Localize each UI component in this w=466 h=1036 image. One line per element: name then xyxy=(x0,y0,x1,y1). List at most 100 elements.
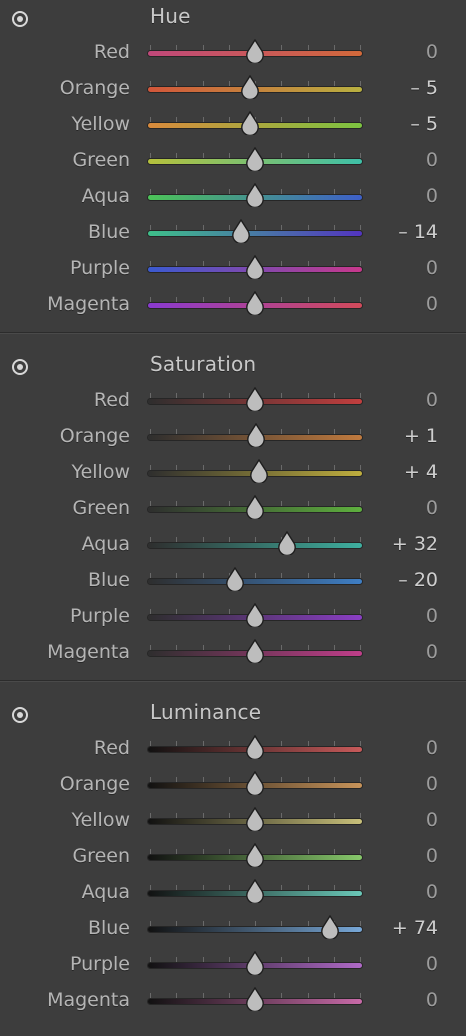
section-luminance: Luminance Red 0 Orange 0 Yellow 0 Green 0 Aqua 0 Bl… xyxy=(0,696,466,1036)
slider-thumb-icon[interactable] xyxy=(245,638,265,665)
slider-tick xyxy=(307,393,309,398)
slider-tick xyxy=(333,465,335,470)
saturation-orange-slider[interactable] xyxy=(146,419,364,455)
slider-value[interactable]: 0 xyxy=(426,497,438,519)
slider-value[interactable]: 0 xyxy=(426,605,438,627)
hue-purple-slider[interactable] xyxy=(146,251,364,287)
saturation-red-slider[interactable] xyxy=(146,383,364,419)
slider-thumb-icon[interactable] xyxy=(249,458,269,485)
slider-thumb-icon[interactable] xyxy=(277,530,297,557)
slider-tick xyxy=(202,117,204,122)
slider-value[interactable]: 0 xyxy=(426,389,438,411)
slider-value[interactable]: + 32 xyxy=(392,533,438,555)
slider-value[interactable]: – 14 xyxy=(398,221,438,243)
target-adjustment-icon[interactable] xyxy=(9,8,31,30)
slider-tick xyxy=(307,885,309,890)
slider-value[interactable]: 0 xyxy=(426,881,438,903)
slider-thumb-icon[interactable] xyxy=(246,422,266,449)
slider-value[interactable]: 0 xyxy=(426,773,438,795)
luminance-aqua-slider[interactable] xyxy=(146,875,364,911)
slider-tick xyxy=(176,741,178,746)
slider-value[interactable]: 0 xyxy=(426,989,438,1011)
luminance-blue-slider[interactable] xyxy=(146,911,364,947)
slider-value[interactable]: + 1 xyxy=(404,425,438,447)
slider-thumb-icon[interactable] xyxy=(320,914,340,941)
luminance-orange-slider[interactable] xyxy=(146,767,364,803)
slider-tick xyxy=(176,573,178,578)
slider-tick xyxy=(333,429,335,434)
luminance-red-slider[interactable] xyxy=(146,731,364,767)
slider-value[interactable]: + 74 xyxy=(392,917,438,939)
slider-row-red: Red 0 xyxy=(0,731,466,767)
slider-tick xyxy=(228,393,230,398)
hue-red-slider[interactable] xyxy=(146,35,364,71)
slider-tick xyxy=(281,885,283,890)
slider-value[interactable]: 0 xyxy=(426,185,438,207)
saturation-blue-slider[interactable] xyxy=(146,563,364,599)
slider-thumb-icon[interactable] xyxy=(245,146,265,173)
slider-thumb-icon[interactable] xyxy=(245,494,265,521)
slider-value[interactable]: – 5 xyxy=(410,113,438,135)
hue-orange-slider[interactable] xyxy=(146,71,364,107)
slider-tick xyxy=(333,777,335,782)
slider-value[interactable]: 0 xyxy=(426,809,438,831)
hue-blue-slider[interactable] xyxy=(146,215,364,251)
slider-tick xyxy=(360,777,361,782)
slider-value[interactable]: + 4 xyxy=(404,461,438,483)
slider-tick xyxy=(333,393,335,398)
slider-value[interactable]: 0 xyxy=(426,149,438,171)
saturation-aqua-slider[interactable] xyxy=(146,527,364,563)
slider-value[interactable]: 0 xyxy=(426,845,438,867)
hue-aqua-slider[interactable] xyxy=(146,179,364,215)
slider-tick xyxy=(228,117,230,122)
slider-tick xyxy=(281,573,283,578)
slider-thumb-icon[interactable] xyxy=(245,254,265,281)
section-saturation: Saturation Red 0 Orange + 1 Yellow + 4 Green 0 Aq… xyxy=(0,348,466,688)
slider-value[interactable]: 0 xyxy=(426,293,438,315)
slider-value[interactable]: – 5 xyxy=(410,77,438,99)
slider-tick xyxy=(176,261,178,266)
slider-thumb-icon[interactable] xyxy=(231,218,251,245)
slider-thumb-icon[interactable] xyxy=(245,602,265,629)
saturation-yellow-slider[interactable] xyxy=(146,455,364,491)
target-adjustment-icon[interactable] xyxy=(9,704,31,726)
slider-thumb-icon[interactable] xyxy=(245,806,265,833)
hue-magenta-slider[interactable] xyxy=(146,287,364,323)
hue-yellow-slider[interactable] xyxy=(146,107,364,143)
saturation-green-slider[interactable] xyxy=(146,491,364,527)
hue-green-slider[interactable] xyxy=(146,143,364,179)
slider-value[interactable]: 0 xyxy=(426,41,438,63)
slider-value[interactable]: 0 xyxy=(426,641,438,663)
slider-thumb-icon[interactable] xyxy=(245,842,265,869)
saturation-purple-slider[interactable] xyxy=(146,599,364,635)
slider-thumb-icon[interactable] xyxy=(245,986,265,1013)
luminance-magenta-slider[interactable] xyxy=(146,983,364,1019)
slider-thumb-icon[interactable] xyxy=(225,566,245,593)
slider-thumb-icon[interactable] xyxy=(245,770,265,797)
slider-tick xyxy=(228,609,230,614)
slider-thumb-icon[interactable] xyxy=(245,734,265,761)
slider-thumb-icon[interactable] xyxy=(245,878,265,905)
slider-thumb-icon[interactable] xyxy=(245,950,265,977)
slider-tick xyxy=(281,189,283,194)
target-adjustment-icon[interactable] xyxy=(9,356,31,378)
slider-thumb-icon[interactable] xyxy=(245,386,265,413)
slider-thumb-icon[interactable] xyxy=(245,38,265,65)
slider-value[interactable]: 0 xyxy=(426,257,438,279)
slider-thumb-icon[interactable] xyxy=(240,110,260,137)
luminance-green-slider[interactable] xyxy=(146,839,364,875)
slider-thumb-icon[interactable] xyxy=(240,74,260,101)
slider-thumb-icon[interactable] xyxy=(245,182,265,209)
slider-tick xyxy=(202,297,204,302)
slider-value[interactable]: 0 xyxy=(426,953,438,975)
slider-tick xyxy=(333,261,335,266)
slider-thumb-icon[interactable] xyxy=(245,290,265,317)
slider-label: Orange xyxy=(59,425,130,447)
luminance-purple-slider[interactable] xyxy=(146,947,364,983)
slider-tick xyxy=(333,81,335,86)
slider-tick xyxy=(228,225,230,230)
luminance-yellow-slider[interactable] xyxy=(146,803,364,839)
saturation-magenta-slider[interactable] xyxy=(146,635,364,671)
slider-value[interactable]: 0 xyxy=(426,737,438,759)
slider-value[interactable]: – 20 xyxy=(398,569,438,591)
